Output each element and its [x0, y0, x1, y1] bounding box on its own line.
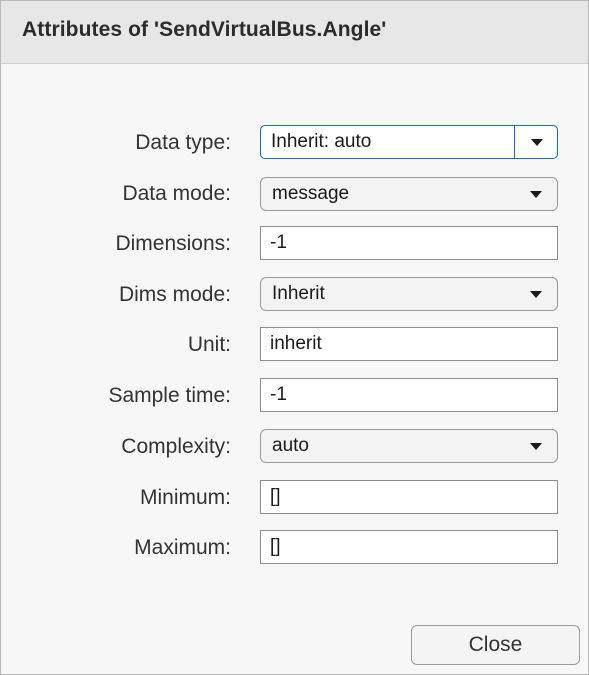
data-mode-value: message — [272, 183, 350, 204]
dims-mode-label: Dims mode: — [118, 283, 231, 306]
complexity-value: auto — [272, 435, 309, 456]
dialog-titlebar: Attributes of 'SendVirtualBus.Angle' — [1, 1, 588, 64]
complexity-label: Complexity: — [121, 435, 231, 458]
data-type-combobox[interactable]: Inherit: auto — [260, 125, 558, 159]
sample-time-input[interactable]: -1 — [260, 378, 558, 412]
dimensions-input[interactable]: -1 — [260, 226, 558, 260]
close-button[interactable]: Close — [411, 625, 580, 665]
unit-label: Unit: — [187, 333, 231, 356]
data-type-divider — [514, 126, 515, 158]
maximum-label: Maximum: — [134, 536, 231, 559]
dialog-title: Attributes of 'SendVirtualBus.Angle' — [22, 18, 387, 41]
chevron-down-icon — [530, 191, 542, 198]
minimum-label: Minimum: — [139, 486, 231, 509]
dimensions-label: Dimensions: — [115, 232, 231, 255]
data-type-value[interactable]: Inherit: auto — [271, 126, 371, 158]
chevron-down-icon — [530, 443, 542, 450]
dims-mode-value: Inherit — [272, 283, 325, 304]
attributes-dialog: Attributes of 'SendVirtualBus.Angle' Dat… — [0, 0, 589, 675]
data-type-label: Data type: — [135, 131, 231, 154]
chevron-down-icon — [530, 291, 542, 298]
unit-input[interactable]: inherit — [260, 327, 558, 361]
complexity-dropdown[interactable]: auto — [260, 429, 558, 463]
data-mode-label: Data mode: — [122, 182, 231, 205]
sample-time-label: Sample time: — [108, 384, 231, 407]
maximum-input[interactable]: [] — [260, 530, 558, 564]
minimum-input[interactable]: [] — [260, 480, 558, 514]
dims-mode-dropdown[interactable]: Inherit — [260, 277, 558, 311]
chevron-down-icon[interactable] — [531, 139, 543, 146]
data-mode-dropdown[interactable]: message — [260, 177, 558, 211]
